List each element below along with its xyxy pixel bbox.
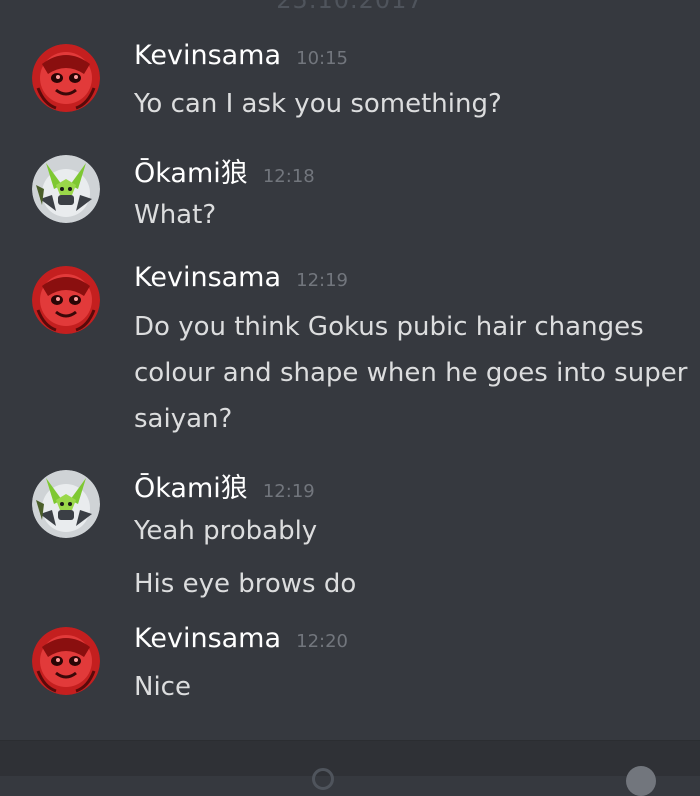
composer-bar: [0, 740, 700, 796]
message-text: Yo can I ask you something?: [134, 89, 502, 119]
message-text: His eye brows do: [134, 569, 357, 599]
message-text: Yeah probably: [134, 516, 318, 546]
green-mecha-avatar-icon: [32, 155, 100, 223]
username[interactable]: Ōkami狼: [134, 473, 248, 504]
message-header: Kevinsama 10:15: [134, 40, 348, 71]
date-divider: 25.10.2017: [276, 0, 424, 14]
message-text: Nice: [134, 672, 191, 702]
red-anime-avatar-icon: [32, 44, 100, 112]
avatar[interactable]: [32, 155, 100, 223]
username[interactable]: Kevinsama: [134, 623, 281, 654]
avatar[interactable]: [32, 44, 100, 112]
avatar[interactable]: [32, 266, 100, 334]
timestamp: 12:20: [296, 631, 348, 652]
avatar[interactable]: [32, 470, 100, 538]
message-header: Ōkami狼 12:19: [134, 466, 315, 505]
timestamp: 10:15: [296, 48, 348, 69]
message-text: Do you think Gokus pubic hair changes: [134, 312, 644, 342]
composer-divider: [0, 740, 700, 741]
message-header: Kevinsama 12:19: [134, 262, 348, 293]
message-text: colour and shape when he goes into super: [134, 358, 688, 388]
message-header: Kevinsama 12:20: [134, 623, 348, 654]
message-text: What?: [134, 200, 217, 230]
timestamp: 12:19: [296, 270, 348, 291]
username[interactable]: Kevinsama: [134, 262, 281, 293]
green-mecha-avatar-icon: [32, 470, 100, 538]
composer-button-icon[interactable]: [312, 768, 334, 790]
red-anime-avatar-icon: [32, 266, 100, 334]
avatar[interactable]: [32, 627, 100, 695]
composer-action-icon[interactable]: [626, 766, 656, 796]
username[interactable]: Ōkami狼: [134, 158, 248, 189]
message-header: Ōkami狼 12:18: [134, 151, 315, 190]
timestamp: 12:18: [262, 166, 315, 187]
message-text: saiyan?: [134, 404, 233, 434]
red-anime-avatar-icon: [32, 627, 100, 695]
username[interactable]: Kevinsama: [134, 40, 281, 71]
timestamp: 12:19: [262, 481, 315, 502]
